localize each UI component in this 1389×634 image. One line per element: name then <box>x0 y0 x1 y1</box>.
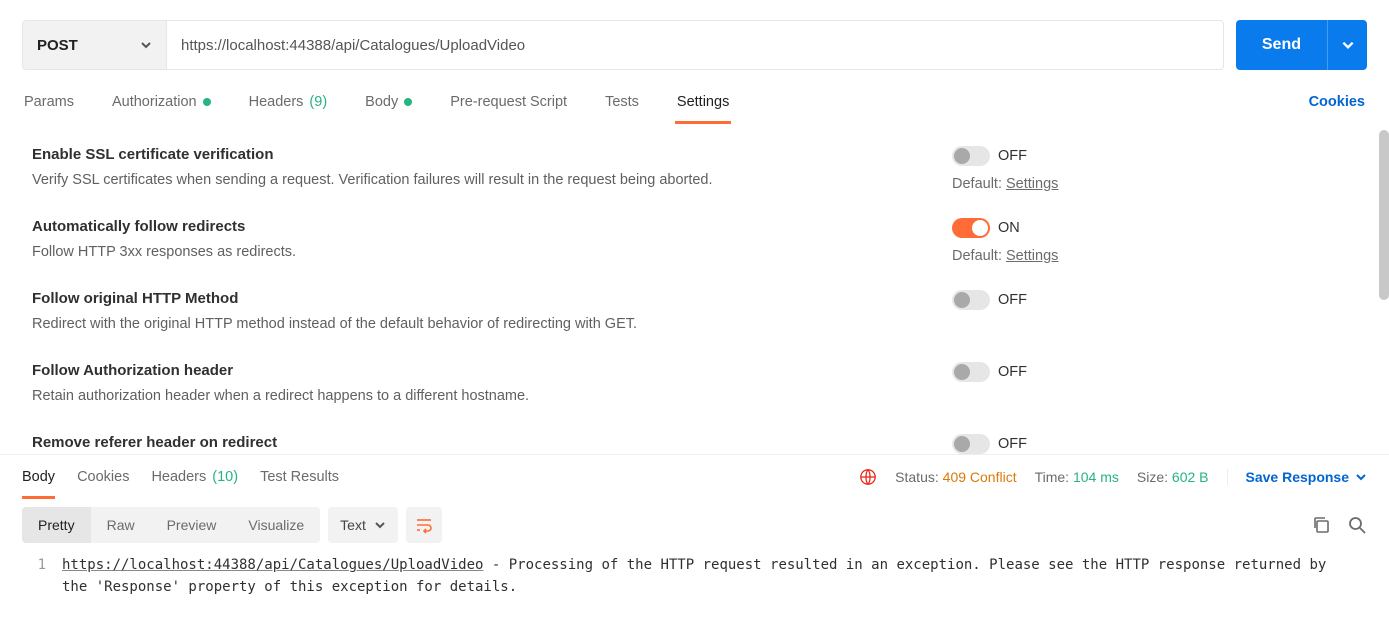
setting-ssl-verification: Enable SSL certificate verification Veri… <box>32 130 1367 202</box>
response-meta: Status: 409 Conflict Time: 104 ms Size: … <box>859 468 1367 486</box>
view-mode-preview[interactable]: Preview <box>151 507 233 543</box>
view-mode-visualize[interactable]: Visualize <box>232 507 320 543</box>
tab-params[interactable]: Params <box>22 80 76 124</box>
tab-body[interactable]: Body <box>363 80 414 124</box>
tab-headers[interactable]: Headers (9) <box>247 80 330 124</box>
setting-title: Follow Authorization header <box>32 362 912 379</box>
toggle-state-label: OFF <box>998 436 1027 452</box>
setting-desc: Verify SSL certificates when sending a r… <box>32 170 912 192</box>
setting-title: Automatically follow redirects <box>32 218 912 235</box>
toggle-ssl-verification[interactable] <box>952 146 990 166</box>
response-tab-test-results[interactable]: Test Results <box>260 455 339 499</box>
response-tab-cookies[interactable]: Cookies <box>77 455 129 499</box>
chevron-down-icon <box>1355 471 1367 483</box>
toggle-state-label: OFF <box>998 292 1027 308</box>
toggle-state-label: OFF <box>998 364 1027 380</box>
tab-settings[interactable]: Settings <box>675 80 731 124</box>
wrap-icon <box>414 515 434 535</box>
format-select[interactable]: Text <box>328 507 398 543</box>
toggle-state-label: ON <box>998 220 1020 236</box>
http-method-label: POST <box>37 37 78 54</box>
response-tabs: Body Cookies Headers (10) Test Results S… <box>0 455 1389 499</box>
response-tab-body[interactable]: Body <box>22 455 55 499</box>
chevron-down-icon <box>374 519 386 531</box>
setting-desc: Redirect with the original HTTP method i… <box>32 314 912 336</box>
toggle-follow-original-method[interactable] <box>952 290 990 310</box>
view-mode-pretty[interactable]: Pretty <box>22 507 91 543</box>
chevron-down-icon <box>140 39 152 51</box>
size-label: Size: <box>1137 469 1168 485</box>
response-body-viewer[interactable]: 1 https://localhost:44388/api/Catalogues… <box>0 551 1389 608</box>
tab-tests[interactable]: Tests <box>603 80 641 124</box>
save-response-button[interactable]: Save Response <box>1227 469 1368 485</box>
time-label: Time: <box>1035 469 1069 485</box>
setting-desc: Retain authorization header when a redir… <box>32 386 912 408</box>
http-method-select[interactable]: POST <box>23 21 167 69</box>
toggle-follow-auth-header[interactable] <box>952 362 990 382</box>
url-input[interactable]: https://localhost:44388/api/Catalogues/U… <box>167 21 1223 69</box>
send-button-group: Send <box>1236 20 1367 70</box>
method-url-group: POST https://localhost:44388/api/Catalog… <box>22 20 1224 70</box>
send-button-label: Send <box>1262 36 1301 54</box>
toggle-state-label: OFF <box>998 148 1027 164</box>
settings-link[interactable]: Settings <box>1006 176 1058 192</box>
setting-desc: Follow HTTP 3xx responses as redirects. <box>32 242 912 264</box>
settings-panel: Enable SSL certificate verification Veri… <box>0 124 1389 454</box>
send-button[interactable]: Send <box>1236 20 1327 70</box>
setting-title: Enable SSL certificate verification <box>32 146 912 163</box>
response-headers-count: (10) <box>212 469 238 485</box>
setting-title: Follow original HTTP Method <box>32 290 912 307</box>
setting-follow-original-method: Follow original HTTP Method Redirect wit… <box>32 274 1367 346</box>
setting-follow-auth-header: Follow Authorization header Retain autho… <box>32 346 1367 418</box>
settings-link[interactable]: Settings <box>1006 248 1058 264</box>
copy-icon[interactable] <box>1311 515 1331 535</box>
network-globe-icon[interactable] <box>859 468 877 486</box>
toggle-follow-redirects[interactable] <box>952 218 990 238</box>
status-value: 409 Conflict <box>943 469 1017 485</box>
line-number: 1 <box>22 555 62 598</box>
view-mode-raw[interactable]: Raw <box>91 507 151 543</box>
time-value: 104 ms <box>1073 469 1119 485</box>
wrap-lines-button[interactable] <box>406 507 442 543</box>
setting-default: Default: Settings <box>952 176 1058 192</box>
send-dropdown-button[interactable] <box>1327 20 1367 70</box>
response-toolbar: Pretty Raw Preview Visualize Text <box>0 499 1389 551</box>
chevron-down-icon <box>1341 38 1355 52</box>
url-text: https://localhost:44388/api/Catalogues/U… <box>181 37 525 54</box>
format-label: Text <box>340 517 366 533</box>
cookies-link[interactable]: Cookies <box>1307 80 1367 124</box>
status-dot-icon <box>203 98 211 106</box>
headers-count: (9) <box>309 94 327 110</box>
response-tab-headers[interactable]: Headers (10) <box>151 455 238 499</box>
setting-follow-redirects: Automatically follow redirects Follow HT… <box>32 202 1367 274</box>
view-mode-segment: Pretty Raw Preview Visualize <box>22 507 320 543</box>
status-label: Status: <box>895 469 939 485</box>
tab-pre-request[interactable]: Pre-request Script <box>448 80 569 124</box>
setting-default: Default: Settings <box>952 248 1058 264</box>
size-value: 602 B <box>1172 469 1209 485</box>
search-icon[interactable] <box>1347 515 1367 535</box>
setting-remove-referer: Remove referer header on redirect OFF <box>32 418 1367 455</box>
scrollbar-thumb[interactable] <box>1379 130 1389 300</box>
request-tabs: Params Authorization Headers (9) Body Pr… <box>0 80 1389 124</box>
tab-authorization[interactable]: Authorization <box>110 80 213 124</box>
response-body-text: https://localhost:44388/api/Catalogues/U… <box>62 555 1367 598</box>
setting-title: Remove referer header on redirect <box>32 434 912 451</box>
status-dot-icon <box>404 98 412 106</box>
toggle-remove-referer[interactable] <box>952 434 990 454</box>
